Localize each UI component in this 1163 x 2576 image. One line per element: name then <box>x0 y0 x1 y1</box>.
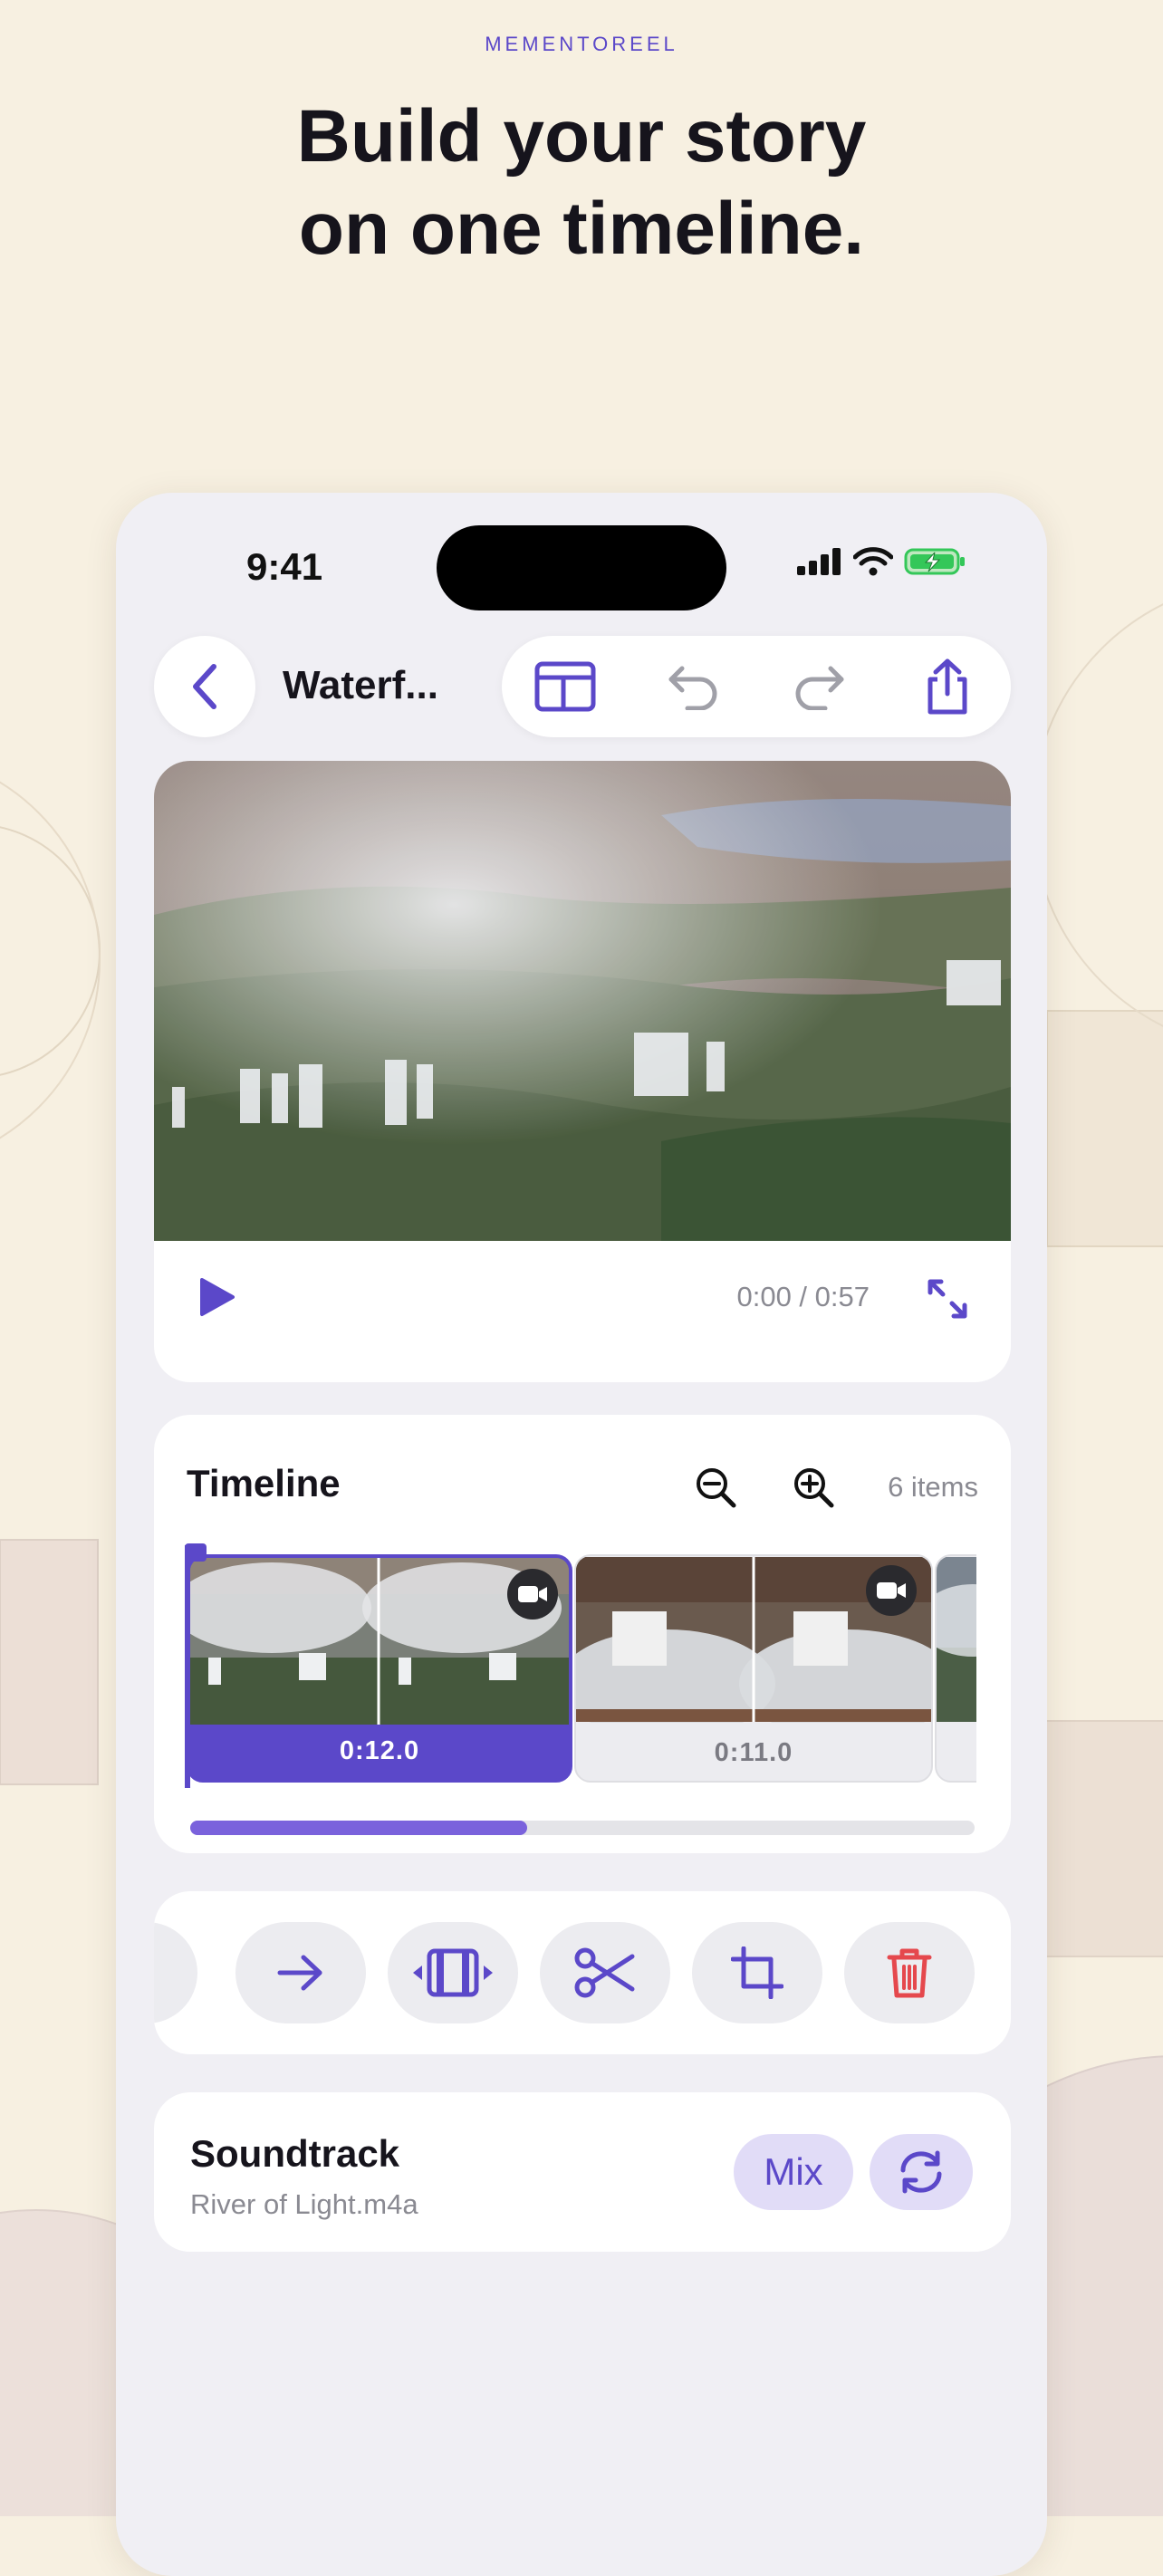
trash-icon <box>887 1948 932 1998</box>
redo-icon <box>795 666 844 710</box>
soundtrack-title: Soundtrack <box>190 2132 400 2175</box>
back-button[interactable] <box>154 636 255 737</box>
zoom-out-button[interactable] <box>683 1455 748 1520</box>
layout-icon <box>534 661 596 712</box>
zoom-out-icon <box>697 1468 736 1508</box>
video-preview[interactable] <box>154 761 1011 1241</box>
trim-button[interactable] <box>388 1922 518 2023</box>
delete-button[interactable] <box>844 1922 975 2023</box>
play-button[interactable] <box>190 1270 245 1324</box>
items-count: 6 items <box>888 1471 978 1503</box>
timeline-title: Timeline <box>187 1462 341 1504</box>
brand-label: MEMENTOREEL <box>485 33 678 55</box>
scissors-icon <box>574 1947 635 1998</box>
video-badge <box>507 1569 558 1620</box>
trim-icon <box>413 1948 493 1997</box>
wifi-icon <box>853 547 893 576</box>
crop-icon <box>731 1946 783 1999</box>
preview-card: 0:00 / 0:57 <box>154 761 1011 1382</box>
edit-tools-card <box>154 1891 1011 2054</box>
signal-icon <box>797 548 841 575</box>
mix-button[interactable]: Mix <box>734 2134 853 2210</box>
soundtrack-file: River of Light.m4a <box>190 2188 418 2220</box>
loop-icon <box>900 2150 942 2194</box>
split-button[interactable] <box>540 1922 670 2023</box>
headline: Build your story on one timeline. <box>0 91 1163 275</box>
fullscreen-button[interactable] <box>920 1272 975 1326</box>
move-forward-button[interactable] <box>235 1922 366 2023</box>
share-icon <box>928 658 967 715</box>
dynamic-island <box>437 525 726 610</box>
clip-3-thumbnails <box>937 1557 976 1722</box>
video-camera-icon <box>518 1586 547 1602</box>
loop-button[interactable] <box>870 2134 973 2210</box>
project-title[interactable]: Waterf... <box>283 663 438 708</box>
layout-button[interactable] <box>520 641 610 732</box>
undo-button[interactable] <box>648 641 738 732</box>
phone-frame: 9:41 Waterf... 0:00 / 0:57 Timeline 6 it… <box>116 493 1047 2576</box>
zoom-in-icon <box>794 1468 834 1508</box>
undo-icon <box>668 666 717 710</box>
battery-charging-icon <box>904 548 965 575</box>
zoom-in-button[interactable] <box>781 1455 846 1520</box>
status-time: 9:41 <box>246 545 323 588</box>
chevron-left-icon <box>193 664 216 709</box>
expand-icon <box>928 1279 967 1319</box>
crop-button[interactable] <box>692 1922 822 2023</box>
timeline-scrubber-progress <box>190 1821 528 1835</box>
arrow-right-icon <box>277 1955 322 1991</box>
playhead-handle[interactable] <box>185 1543 207 1562</box>
timeline-clip-3[interactable] <box>935 1554 976 1783</box>
timeline-scrubber[interactable] <box>190 1821 975 1835</box>
video-badge <box>866 1565 917 1616</box>
editor-toolbar <box>502 636 1011 737</box>
clip-2-duration: 0:11.0 <box>714 1738 793 1767</box>
tool-partial[interactable] <box>154 1922 197 2023</box>
video-camera-icon <box>877 1582 906 1599</box>
headline-line-2: on one timeline. <box>298 187 865 270</box>
timeline-card: Timeline 6 items 0:12.0 0:11.0 <box>154 1415 1011 1853</box>
clip-1-duration: 0:12.0 <box>339 1736 420 1765</box>
play-icon <box>200 1278 235 1316</box>
redo-button[interactable] <box>774 641 865 732</box>
clip-strip[interactable]: 0:12.0 0:11.0 <box>187 1554 976 1783</box>
playhead[interactable] <box>185 1545 190 1788</box>
headline-line-1: Build your story <box>296 95 867 178</box>
share-button[interactable] <box>902 641 993 732</box>
status-icons <box>797 547 967 576</box>
timeline-clip-1[interactable]: 0:12.0 <box>187 1554 572 1783</box>
soundtrack-card[interactable]: Soundtrack River of Light.m4a Mix <box>154 2092 1011 2252</box>
playback-timecode: 0:00 / 0:57 <box>736 1281 870 1312</box>
timeline-clip-2[interactable]: 0:11.0 <box>574 1554 933 1783</box>
